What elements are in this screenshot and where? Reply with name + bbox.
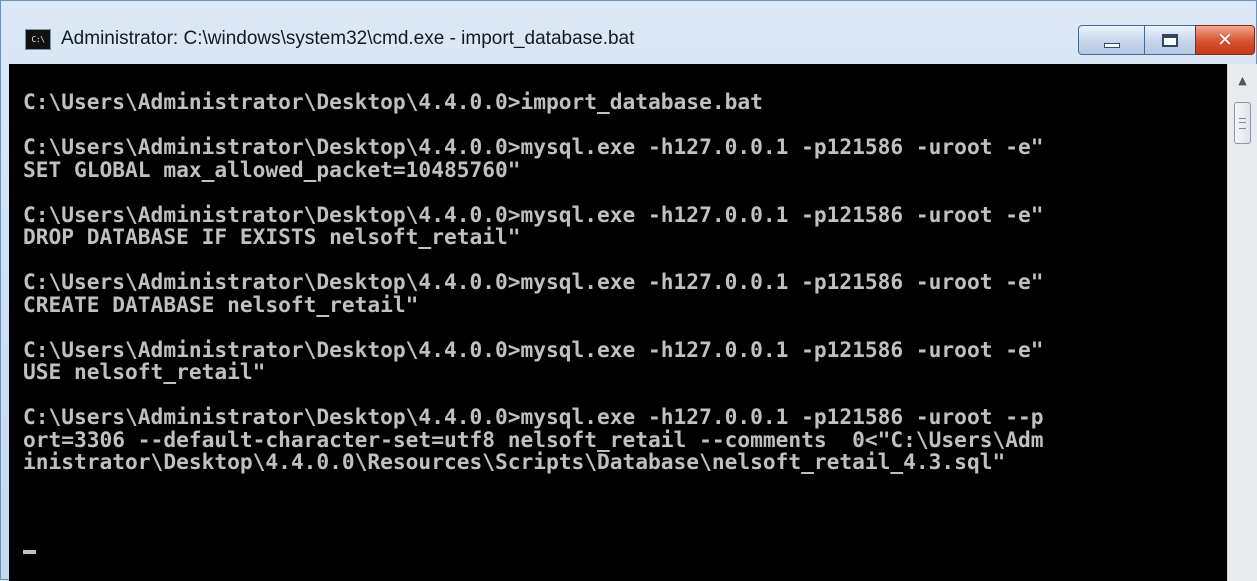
scroll-thumb[interactable]	[1234, 102, 1251, 144]
console-line: ort=3306 --default-character-set=utf8 ne…	[23, 426, 1044, 452]
console-line: C:\Users\Administrator\Desktop\4.4.0.0>m…	[23, 404, 1044, 429]
console-output[interactable]: C:\Users\Administrator\Desktop\4.4.0.0>i…	[9, 64, 1227, 581]
console-line: C:\Users\Administrator\Desktop\4.4.0.0>m…	[23, 201, 1044, 227]
scroll-up-arrow-icon[interactable]: ▲	[1228, 68, 1257, 92]
grip-icon	[1239, 117, 1246, 129]
console-text: C:\Users\Administrator\Desktop\4.4.0.0>i…	[23, 89, 1044, 474]
console-line: DROP DATABASE IF EXISTS nelsoft_retail"	[23, 224, 521, 249]
cmd-window: C:\ Administrator: C:\windows\system32\c…	[0, 0, 1257, 581]
maximize-icon	[1162, 33, 1178, 47]
minimize-button[interactable]	[1078, 25, 1145, 55]
console-line: C:\Users\Administrator\Desktop\4.4.0.0>m…	[23, 134, 1044, 159]
console-line: inistrator\Desktop\4.4.0.0\Resources\Scr…	[23, 449, 1006, 474]
cmd-icon-label: C:\	[31, 35, 45, 44]
minimize-icon	[1103, 42, 1120, 48]
title-bar[interactable]: C:\ Administrator: C:\windows\system32\c…	[1, 1, 1256, 63]
console-line: C:\Users\Administrator\Desktop\4.4.0.0>m…	[23, 336, 1044, 362]
maximize-button[interactable]	[1144, 25, 1196, 55]
console-line: USE nelsoft_retail"	[23, 359, 266, 384]
cmd-icon[interactable]: C:\	[25, 29, 51, 50]
close-button[interactable]: ✕	[1195, 25, 1255, 55]
window-title: Administrator: C:\windows\system32\cmd.e…	[61, 28, 635, 49]
close-icon: ✕	[1217, 28, 1233, 51]
console-line: SET GLOBAL max_allowed_packet=10485760"	[23, 156, 521, 182]
vertical-scrollbar[interactable]: ▲	[1227, 64, 1257, 581]
console-line: C:\Users\Administrator\Desktop\4.4.0.0>m…	[23, 269, 1044, 294]
console-line: C:\Users\Administrator\Desktop\4.4.0.0>i…	[23, 89, 763, 114]
text-cursor	[23, 550, 36, 554]
console-line: CREATE DATABASE nelsoft_retail"	[23, 291, 419, 317]
